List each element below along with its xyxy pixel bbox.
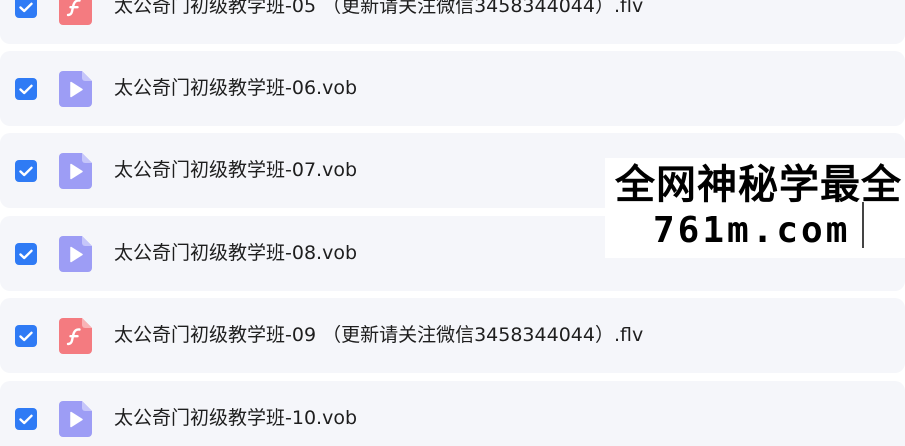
checkmark-icon bbox=[19, 414, 33, 424]
flash-file-icon bbox=[59, 0, 92, 25]
checkbox-checked[interactable] bbox=[15, 408, 37, 430]
checkbox-checked[interactable] bbox=[15, 160, 37, 182]
checkbox-checked[interactable] bbox=[15, 78, 37, 100]
video-file-icon bbox=[59, 236, 92, 272]
checkmark-icon bbox=[19, 84, 33, 94]
file-row[interactable]: 太公奇门初级教学班-06.vob bbox=[0, 51, 905, 126]
video-file-icon bbox=[59, 71, 92, 107]
checkmark-icon bbox=[19, 331, 33, 341]
file-list: 太公奇门初级教学班-05 （更新请关注微信3458344044）.flv 太公奇… bbox=[0, 0, 905, 446]
file-name: 太公奇门初级教学班-09 （更新请关注微信3458344044）.flv bbox=[114, 324, 644, 346]
file-name: 太公奇门初级教学班-10.vob bbox=[114, 407, 358, 429]
video-file-icon bbox=[59, 153, 92, 189]
checkmark-icon bbox=[19, 2, 33, 12]
file-name: 太公奇门初级教学班-07.vob bbox=[114, 159, 358, 181]
file-row[interactable]: 太公奇门初级教学班-05 （更新请关注微信3458344044）.flv bbox=[0, 0, 905, 44]
watermark-divider bbox=[862, 202, 864, 248]
flash-file-icon bbox=[59, 318, 92, 354]
video-file-icon bbox=[59, 401, 92, 437]
checkmark-icon bbox=[19, 249, 33, 259]
watermark-overlay: 全网神秘学最全 761m.com bbox=[605, 158, 905, 258]
file-row[interactable]: 太公奇门初级教学班-10.vob bbox=[0, 381, 905, 446]
file-name: 太公奇门初级教学班-08.vob bbox=[114, 242, 358, 264]
file-name: 太公奇门初级教学班-05 （更新请关注微信3458344044）.flv bbox=[114, 0, 644, 17]
checkbox-checked[interactable] bbox=[15, 325, 37, 347]
file-row[interactable]: 太公奇门初级教学班-09 （更新请关注微信3458344044）.flv bbox=[0, 298, 905, 373]
file-name: 太公奇门初级教学班-06.vob bbox=[114, 77, 358, 99]
checkbox-checked[interactable] bbox=[15, 0, 37, 18]
checkbox-checked[interactable] bbox=[15, 243, 37, 265]
checkmark-icon bbox=[19, 166, 33, 176]
watermark-domain: 761m.com bbox=[653, 210, 851, 251]
